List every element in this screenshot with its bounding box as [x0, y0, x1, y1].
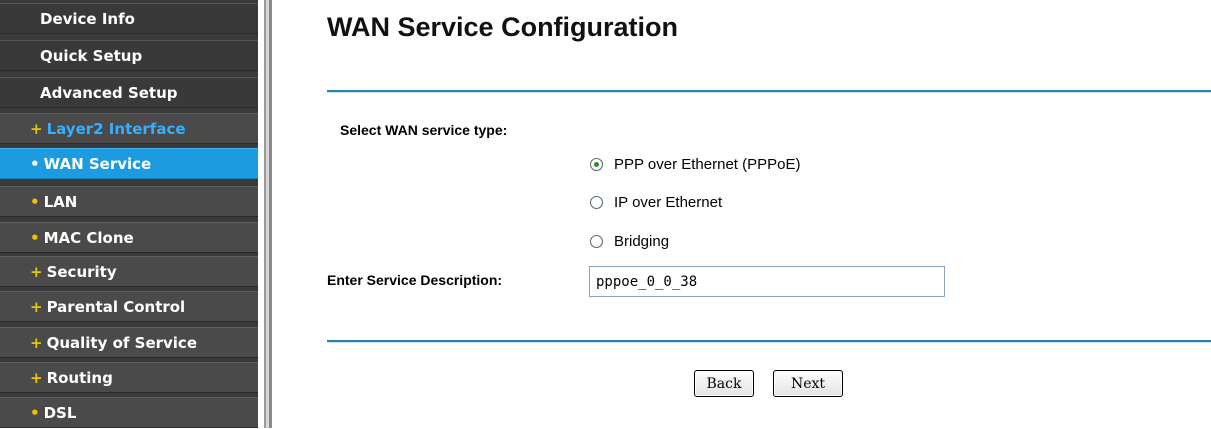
description-label: Enter Service Description: — [327, 272, 503, 288]
divider-bottom — [327, 340, 1211, 343]
plus-bullet-icon: + — [30, 120, 43, 138]
plus-bullet-icon: + — [30, 334, 43, 352]
option-label: IP over Ethernet — [614, 193, 723, 211]
service-type-label: Select WAN service type: — [340, 122, 508, 138]
sidebar-item-label: Routing — [46, 369, 113, 387]
page-title: WAN Service Configuration — [327, 12, 679, 42]
dot-bullet-icon: • — [30, 229, 40, 247]
divider-top — [327, 90, 1211, 93]
sidebar-item-quick-setup[interactable]: Quick Setup — [0, 40, 258, 71]
sidebar-item-label: MAC Clone — [43, 229, 134, 247]
sidebar-item-wan-service[interactable]: • WAN Service — [0, 148, 258, 179]
plus-bullet-icon: + — [30, 298, 43, 316]
dot-bullet-icon: • — [30, 193, 40, 211]
sidebar-item-lan[interactable]: • LAN — [0, 186, 258, 217]
sidebar-item-label: Device Info — [40, 10, 135, 28]
sidebar-item-label: Quality of Service — [46, 334, 197, 352]
sidebar-item-routing[interactable]: + Routing — [0, 362, 258, 393]
sidebar-item-label: DSL — [43, 404, 77, 422]
option-ipoe[interactable]: IP over Ethernet — [590, 192, 722, 212]
sidebar-item-advanced-setup[interactable]: Advanced Setup — [0, 77, 258, 108]
dot-bullet-icon: • — [30, 404, 40, 422]
sidebar: Device Info Quick Setup Advanced Setup +… — [0, 0, 258, 428]
sidebar-item-device-info[interactable]: Device Info — [0, 3, 258, 34]
service-description-input[interactable] — [589, 266, 945, 297]
option-label: PPP over Ethernet (PPPoE) — [614, 155, 801, 173]
option-bridging[interactable]: Bridging — [590, 231, 669, 251]
next-button[interactable]: Next — [773, 370, 843, 397]
sidebar-item-label: Advanced Setup — [40, 84, 178, 102]
sidebar-item-label: WAN Service — [43, 155, 152, 173]
sidebar-item-security[interactable]: + Security — [0, 256, 258, 287]
sidebar-item-parental-control[interactable]: + Parental Control — [0, 291, 258, 322]
option-label: Bridging — [614, 232, 670, 250]
radio-bridging[interactable] — [590, 234, 603, 248]
option-pppoe[interactable]: PPP over Ethernet (PPPoE) — [590, 154, 800, 174]
radio-pppoe[interactable] — [590, 157, 603, 171]
dot-bullet-icon: • — [30, 155, 40, 173]
back-button[interactable]: Back — [694, 370, 754, 397]
sidebar-item-label: Security — [46, 263, 117, 281]
plus-bullet-icon: + — [30, 369, 43, 387]
radio-ipoe[interactable] — [590, 195, 603, 209]
sidebar-item-dsl[interactable]: • DSL — [0, 397, 258, 428]
sidebar-divider — [264, 0, 272, 428]
plus-bullet-icon: + — [30, 263, 43, 281]
sidebar-item-layer2-interface[interactable]: + Layer2 Interface — [0, 113, 258, 144]
sidebar-item-label: Layer2 Interface — [46, 120, 186, 138]
sidebar-item-label: Parental Control — [46, 298, 186, 316]
sidebar-item-mac-clone[interactable]: • MAC Clone — [0, 222, 258, 253]
sidebar-item-label: Quick Setup — [40, 47, 143, 65]
sidebar-item-label: LAN — [43, 193, 78, 211]
sidebar-item-quality-of-service[interactable]: + Quality of Service — [0, 327, 258, 358]
